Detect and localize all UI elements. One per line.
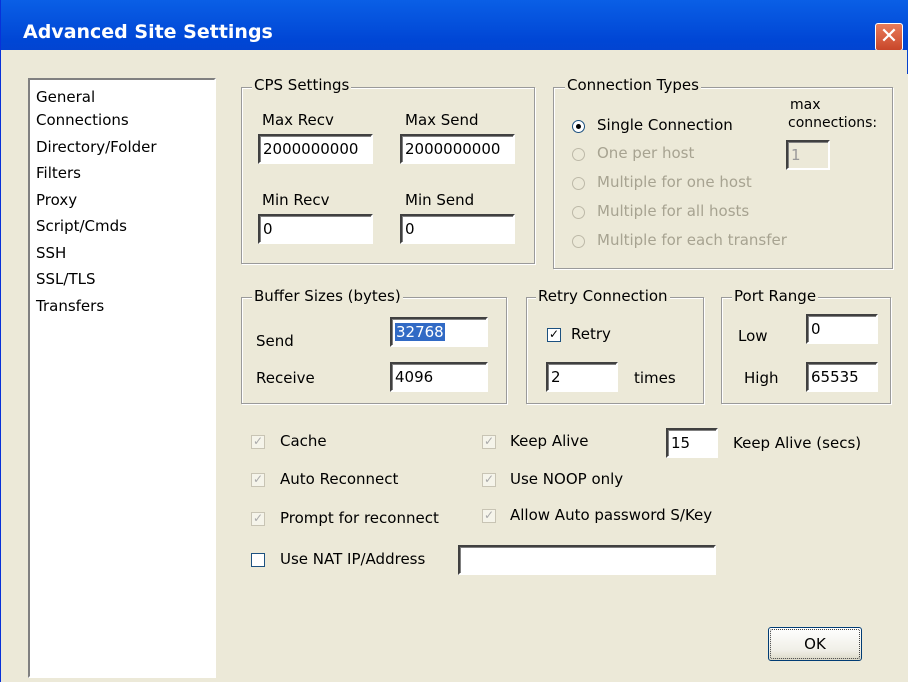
- nat-address-input[interactable]: [458, 545, 716, 575]
- window-title: Advanced Site Settings: [23, 21, 273, 43]
- check-icon: ✓: [252, 434, 264, 448]
- cps-settings-legend: CPS Settings: [252, 76, 352, 94]
- buffer-send-input[interactable]: 32768: [390, 317, 488, 347]
- sidebar-item-filters[interactable]: Filters: [36, 164, 81, 182]
- sidebar-item-ssh[interactable]: SSH: [36, 244, 66, 262]
- prompt-reconnect-checkbox[interactable]: ✓: [251, 512, 265, 526]
- keep-alive-secs-label: Keep Alive (secs): [733, 434, 862, 452]
- one-per-host-radio[interactable]: [572, 148, 585, 161]
- connection-types-legend: Connection Types: [565, 76, 701, 94]
- multiple-one-host-radio[interactable]: [572, 177, 585, 190]
- retry-times-label: times: [634, 369, 676, 387]
- one-per-host-label: One per host: [597, 144, 695, 162]
- use-nat-label: Use NAT IP/Address: [280, 550, 426, 568]
- max-send-input[interactable]: 2000000000: [400, 134, 515, 164]
- sidebar-item-directory-folder[interactable]: Directory/Folder: [36, 138, 157, 156]
- sidebar-item-script-cmds[interactable]: Script/Cmds: [36, 217, 127, 235]
- buffer-receive-input[interactable]: 4096: [390, 362, 488, 392]
- max-connections-input[interactable]: 1: [786, 140, 830, 170]
- buffer-send-value: 32768: [395, 323, 445, 341]
- sidebar-item-proxy[interactable]: Proxy: [36, 191, 77, 209]
- check-icon: ✓: [252, 511, 264, 525]
- multiple-all-hosts-radio[interactable]: [572, 206, 585, 219]
- sidebar-item-ssl-tls[interactable]: SSL/TLS: [36, 270, 96, 288]
- allow-auto-password-checkbox[interactable]: ✓: [482, 509, 496, 523]
- port-high-input[interactable]: 65535: [806, 362, 878, 392]
- ok-button[interactable]: OK: [768, 627, 862, 661]
- use-noop-checkbox[interactable]: ✓: [482, 473, 496, 487]
- auto-reconnect-label: Auto Reconnect: [280, 470, 399, 488]
- sidebar-item-transfers[interactable]: Transfers: [36, 297, 104, 315]
- retry-connection-legend: Retry Connection: [536, 287, 670, 305]
- multiple-all-hosts-label: Multiple for all hosts: [597, 202, 750, 220]
- min-recv-label: Min Recv: [262, 191, 330, 209]
- check-icon: ✓: [483, 472, 495, 486]
- port-high-label: High: [744, 369, 779, 387]
- close-icon: ✕: [879, 24, 899, 49]
- check-icon: ✓: [252, 472, 264, 486]
- port-low-input[interactable]: 0: [806, 314, 878, 344]
- category-list[interactable]: General Connections Directory/Folder Fil…: [28, 78, 216, 678]
- retry-checkbox[interactable]: ✓: [547, 328, 561, 342]
- multiple-each-transfer-label: Multiple for each transfer: [597, 231, 787, 249]
- max-send-label: Max Send: [405, 111, 479, 129]
- use-noop-label: Use NOOP only: [510, 470, 624, 488]
- sidebar-item-general[interactable]: General: [36, 88, 95, 106]
- retry-label: Retry: [571, 325, 611, 343]
- check-icon: ✓: [548, 327, 560, 341]
- multiple-each-transfer-radio[interactable]: [572, 235, 585, 248]
- retry-times-input[interactable]: 2: [546, 362, 618, 392]
- single-connection-radio[interactable]: [572, 120, 585, 133]
- max-recv-label: Max Recv: [262, 111, 334, 129]
- buffer-receive-label: Receive: [256, 369, 315, 387]
- min-send-input[interactable]: 0: [400, 214, 515, 244]
- check-icon: ✓: [483, 434, 495, 448]
- keep-alive-checkbox[interactable]: ✓: [482, 435, 496, 449]
- min-recv-input[interactable]: 0: [258, 214, 373, 244]
- max-recv-input[interactable]: 2000000000: [258, 134, 373, 164]
- buffer-send-label: Send: [256, 332, 294, 350]
- port-range-legend: Port Range: [732, 287, 819, 305]
- port-low-label: Low: [738, 327, 768, 345]
- max-connections-label-line1: max: [790, 97, 821, 113]
- auto-reconnect-checkbox[interactable]: ✓: [251, 473, 265, 487]
- cache-label: Cache: [280, 432, 327, 450]
- allow-auto-password-label: Allow Auto password S/Key: [510, 506, 713, 524]
- prompt-reconnect-label: Prompt for reconnect: [280, 509, 439, 527]
- keep-alive-secs-input[interactable]: 15: [666, 428, 718, 458]
- sidebar-item-connections[interactable]: Connections: [36, 111, 129, 129]
- use-nat-checkbox[interactable]: [251, 553, 265, 567]
- single-connection-label: Single Connection: [597, 116, 733, 134]
- check-icon: ✓: [483, 508, 495, 522]
- multiple-one-host-label: Multiple for one host: [597, 173, 752, 191]
- max-connections-label-line2: connections:: [788, 115, 878, 131]
- min-send-label: Min Send: [405, 191, 475, 209]
- close-button[interactable]: ✕: [875, 23, 903, 51]
- cache-checkbox[interactable]: ✓: [251, 435, 265, 449]
- keep-alive-label: Keep Alive: [510, 432, 589, 450]
- buffer-sizes-legend: Buffer Sizes (bytes): [252, 287, 403, 305]
